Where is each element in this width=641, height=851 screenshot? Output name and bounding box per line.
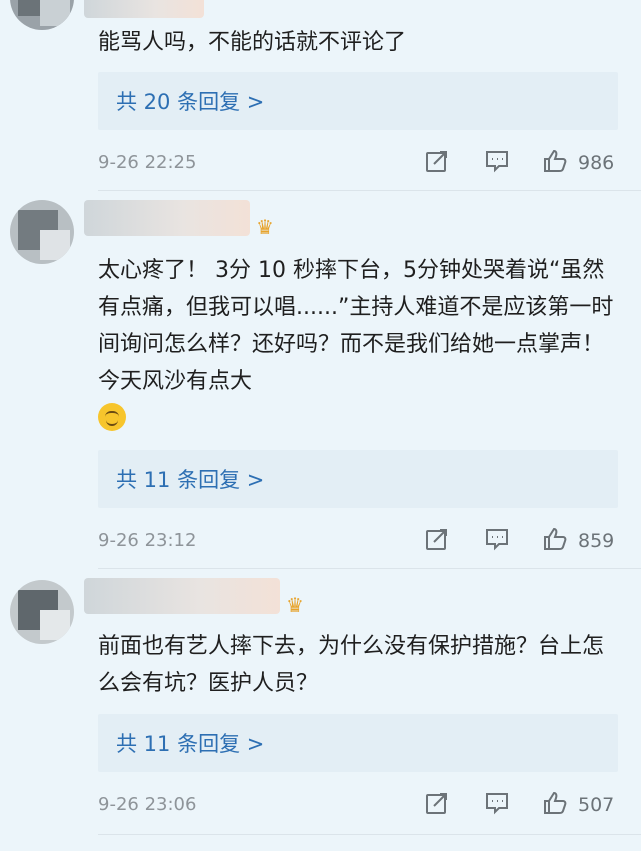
avatar[interactable]: [10, 200, 74, 264]
thumbs-up-icon[interactable]: [542, 148, 568, 174]
crown-icon: ♛: [286, 593, 304, 617]
username-blurred[interactable]: [84, 578, 280, 614]
view-replies-button[interactable]: 共 20 条回复 >: [98, 72, 618, 130]
comment-text: 能骂人吗，不能的话就不评论了: [98, 30, 407, 55]
comment-icon[interactable]: [484, 790, 510, 816]
share-icon[interactable]: [424, 526, 450, 552]
replies-label: 共 11 条回复 >: [116, 468, 265, 492]
username-blurred[interactable]: [84, 0, 204, 18]
like-count: 986: [578, 152, 615, 174]
divider: [98, 834, 641, 835]
comment-text: 前面也有艺人摔下去，为什么没有保护措施？台上怎么会有坑？医护人员？: [98, 634, 605, 696]
comment-icon[interactable]: [484, 148, 510, 174]
view-replies-button[interactable]: 共 11 条回复 >: [98, 450, 618, 508]
share-icon[interactable]: [424, 148, 450, 174]
comment-icon[interactable]: [484, 526, 510, 552]
upside-down-face-emoji: [98, 403, 126, 431]
like-count: 859: [578, 530, 615, 552]
username-blurred[interactable]: [84, 200, 250, 236]
avatar[interactable]: [10, 0, 74, 30]
replies-label: 共 11 条回复 >: [116, 732, 265, 756]
comment-text-body: 太心疼了！ 3分 10 秒摔下台，5分钟处哭着说“虽然有点痛，但我可以唱....…: [98, 258, 614, 394]
divider: [98, 190, 641, 191]
comment-footer: 9-26 23:12 859: [98, 526, 638, 556]
like-count: 507: [578, 794, 615, 816]
timestamp: 9-26 23:12: [98, 530, 197, 551]
divider: [98, 568, 641, 569]
thumbs-up-icon[interactable]: [542, 526, 568, 552]
replies-label: 共 20 条回复 >: [116, 90, 265, 114]
comment-footer: 9-26 22:25 986: [98, 148, 638, 178]
comment-text: 太心疼了！ 3分 10 秒摔下台，5分钟处哭着说“虽然有点痛，但我可以唱....…: [98, 252, 614, 437]
thumbs-up-icon[interactable]: [542, 790, 568, 816]
timestamp: 9-26 22:25: [98, 152, 197, 173]
crown-icon: ♛: [256, 215, 274, 239]
view-replies-button[interactable]: 共 11 条回复 >: [98, 714, 618, 772]
comment-footer: 9-26 23:06 507: [98, 790, 638, 820]
avatar[interactable]: [10, 580, 74, 644]
timestamp: 9-26 23:06: [98, 794, 197, 815]
share-icon[interactable]: [424, 790, 450, 816]
